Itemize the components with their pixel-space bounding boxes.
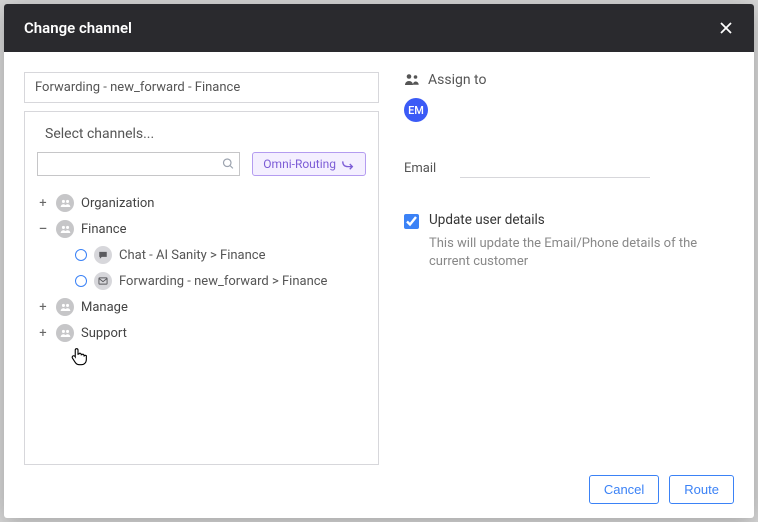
omni-routing-button[interactable]: Omni-Routing	[252, 152, 366, 176]
update-user-row: Update user details	[404, 212, 734, 229]
search-box	[37, 152, 240, 176]
email-field-row: Email	[404, 158, 734, 178]
tree-node-finance[interactable]: − Finance	[37, 216, 366, 242]
group-icon	[56, 324, 74, 342]
channel-label-chat: Chat - AI Sanity > Finance	[119, 248, 266, 263]
assignee-avatar[interactable]: EM	[404, 98, 428, 122]
channel-tree: + Organization − Finance	[37, 190, 366, 346]
modal-title: Change channel	[24, 19, 132, 37]
assign-to-label: Assign to	[428, 72, 486, 88]
hand-cursor-icon	[67, 345, 89, 371]
radio-unselected[interactable]	[75, 249, 87, 261]
tree-label-finance: Finance	[81, 222, 126, 237]
expand-icon[interactable]: +	[37, 301, 49, 314]
tree-node-manage[interactable]: + Manage	[37, 294, 366, 320]
change-channel-modal: Change channel Forwarding - new_forward …	[4, 4, 754, 518]
update-user-description: This will update the Email/Phone details…	[429, 235, 734, 271]
chat-icon	[94, 246, 112, 264]
modal-footer: Cancel Route	[4, 465, 754, 518]
route-button[interactable]: Route	[669, 475, 734, 504]
group-icon	[56, 220, 74, 238]
expand-icon[interactable]: +	[37, 327, 49, 340]
omni-routing-arrow-icon	[341, 158, 355, 170]
email-label: Email	[404, 161, 436, 176]
expand-icon[interactable]: +	[37, 197, 49, 210]
group-icon	[56, 298, 74, 316]
left-column: Forwarding - new_forward - Finance Selec…	[24, 72, 379, 465]
search-row: Omni-Routing	[37, 152, 366, 176]
assign-to-row: Assign to	[404, 72, 734, 88]
mail-icon	[94, 272, 112, 290]
modal-header: Change channel	[4, 4, 754, 52]
select-channels-panel: Select channels... Omni-Routing	[24, 111, 379, 465]
close-icon	[718, 20, 734, 36]
tree-node-support[interactable]: + Support	[37, 320, 366, 346]
modal-body: Forwarding - new_forward - Finance Selec…	[4, 52, 754, 465]
tree-label-support: Support	[81, 326, 127, 341]
select-channels-title: Select channels...	[45, 126, 366, 142]
radio-unselected[interactable]	[75, 275, 87, 287]
assign-icon	[404, 72, 420, 88]
group-icon	[56, 194, 74, 212]
update-user-checkbox[interactable]	[404, 214, 419, 229]
search-icon	[222, 155, 234, 174]
channel-option-chat[interactable]: Chat - AI Sanity > Finance	[69, 242, 366, 268]
cancel-button[interactable]: Cancel	[589, 475, 659, 504]
close-button[interactable]	[718, 20, 734, 36]
channel-option-forwarding[interactable]: Forwarding - new_forward > Finance	[69, 268, 366, 294]
update-user-label: Update user details	[429, 212, 545, 228]
tree-node-organization[interactable]: + Organization	[37, 190, 366, 216]
finance-children: Chat - AI Sanity > Finance Forwarding - …	[69, 242, 366, 294]
tree-label-organization: Organization	[81, 196, 154, 211]
collapse-icon[interactable]: −	[37, 221, 49, 237]
right-column: Assign to EM Email Update user details T…	[379, 72, 734, 465]
email-input[interactable]	[460, 158, 650, 178]
search-input[interactable]	[37, 152, 240, 176]
channel-label-forwarding: Forwarding - new_forward > Finance	[119, 274, 327, 289]
omni-routing-label: Omni-Routing	[263, 157, 336, 171]
selected-path: Forwarding - new_forward - Finance	[24, 72, 379, 103]
tree-label-manage: Manage	[81, 300, 128, 315]
